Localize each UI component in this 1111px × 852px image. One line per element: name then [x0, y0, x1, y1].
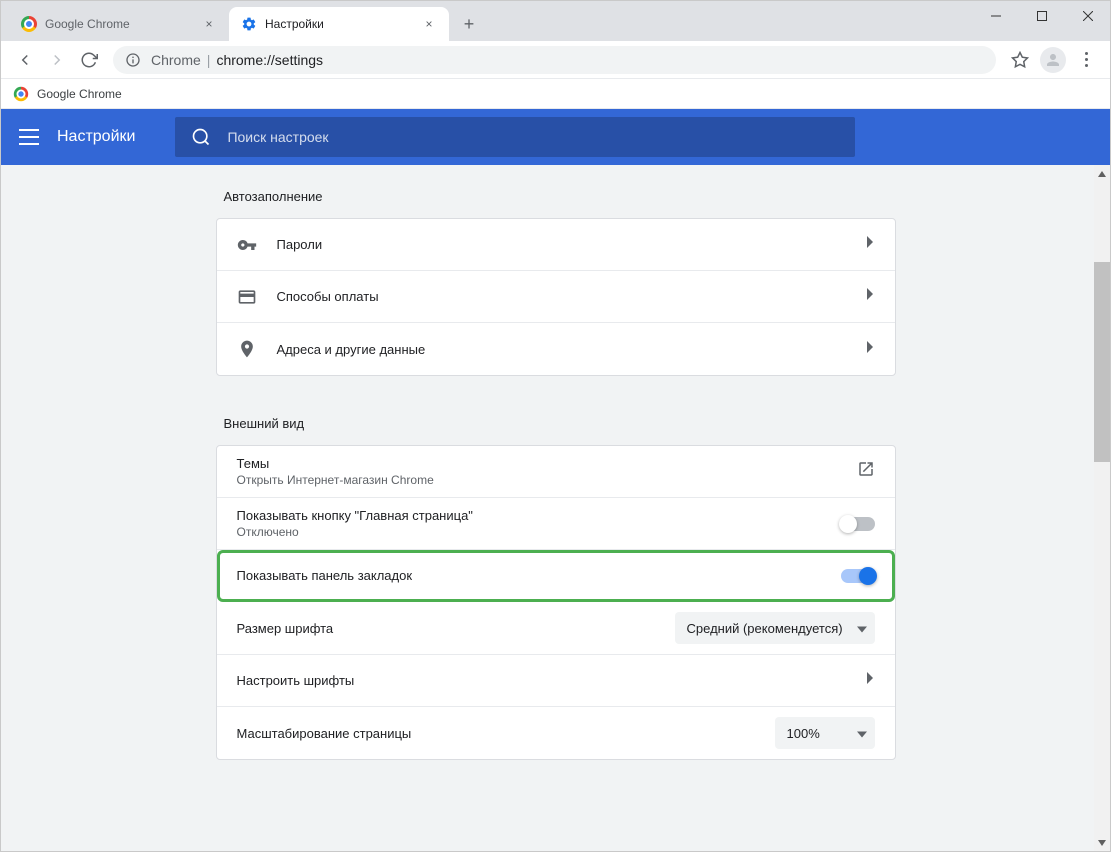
- tab-title: Настройки: [265, 17, 421, 31]
- row-label: Настроить шрифты: [237, 673, 865, 688]
- location-icon: [237, 339, 257, 359]
- tab-close-button[interactable]: ×: [201, 16, 217, 32]
- passwords-row[interactable]: Пароли: [217, 219, 895, 271]
- scroll-up-button[interactable]: [1094, 165, 1110, 182]
- scroll-track[interactable]: [1094, 182, 1110, 834]
- tab-strip: Google Chrome × Настройки × +: [1, 1, 1110, 41]
- back-button[interactable]: [9, 44, 41, 76]
- themes-row[interactable]: Темы Открыть Интернет-магазин Chrome: [217, 446, 895, 498]
- row-label: Темы: [237, 456, 857, 471]
- bookmark-label: Google Chrome: [37, 87, 122, 101]
- chevron-right-icon: [865, 671, 875, 690]
- row-label: Размер шрифта: [237, 621, 675, 636]
- settings-body: Автозаполнение Пароли Способы оплаты: [1, 165, 1110, 851]
- address-bar[interactable]: Chrome | chrome://settings: [113, 46, 996, 74]
- window-close-button[interactable]: [1065, 0, 1111, 32]
- autofill-card: Пароли Способы оплаты Адреса и другие да…: [216, 218, 896, 376]
- row-label: Пароли: [277, 237, 865, 252]
- addresses-row[interactable]: Адреса и другие данные: [217, 323, 895, 375]
- tab-google-chrome[interactable]: Google Chrome ×: [9, 7, 229, 41]
- row-label: Показывать кнопку "Главная страница": [237, 508, 841, 523]
- bookmarks-bar-toggle[interactable]: [841, 569, 875, 583]
- home-button-toggle[interactable]: [841, 517, 875, 531]
- row-label: Способы оплаты: [277, 289, 865, 304]
- chevron-down-icon: [857, 621, 867, 636]
- section-title-autofill: Автозаполнение: [224, 189, 896, 204]
- kebab-menu-button[interactable]: [1070, 44, 1102, 76]
- tab-settings[interactable]: Настройки ×: [229, 7, 449, 41]
- reload-button[interactable]: [73, 44, 105, 76]
- scrollbar[interactable]: [1094, 165, 1110, 851]
- window-minimize-button[interactable]: [973, 0, 1019, 32]
- scroll-down-button[interactable]: [1094, 834, 1110, 851]
- forward-button[interactable]: [41, 44, 73, 76]
- url-text: chrome://settings: [216, 52, 323, 68]
- hamburger-menu-button[interactable]: [1, 109, 57, 165]
- window-maximize-button[interactable]: [1019, 0, 1065, 32]
- row-label: Масштабирование страницы: [237, 726, 775, 741]
- key-icon: [237, 235, 257, 255]
- chevron-right-icon: [865, 287, 875, 306]
- home-button-row[interactable]: Показывать кнопку "Главная страница" Отк…: [217, 498, 895, 550]
- search-icon: [191, 127, 211, 147]
- section-title-appearance: Внешний вид: [224, 416, 896, 431]
- settings-favicon-icon: [241, 16, 257, 32]
- font-size-row: Размер шрифта Средний (рекомендуется): [217, 602, 895, 655]
- new-tab-button[interactable]: +: [455, 10, 483, 38]
- settings-search-container[interactable]: [175, 117, 855, 157]
- page-zoom-dropdown[interactable]: 100%: [775, 717, 875, 749]
- chrome-favicon-icon: [21, 16, 37, 32]
- tab-close-button[interactable]: ×: [421, 16, 437, 32]
- row-sublabel: Открыть Интернет-магазин Chrome: [237, 473, 857, 487]
- bookmark-google-chrome[interactable]: Google Chrome: [13, 86, 122, 102]
- row-label: Адреса и другие данные: [277, 342, 865, 357]
- bookmarks-bar-row[interactable]: Показывать панель закладок: [217, 550, 895, 602]
- browser-toolbar: Chrome | chrome://settings: [1, 41, 1110, 79]
- font-size-dropdown[interactable]: Средний (рекомендуется): [675, 612, 875, 644]
- tab-title: Google Chrome: [45, 17, 201, 31]
- bookmarks-bar: Google Chrome: [1, 79, 1110, 109]
- customize-fonts-row[interactable]: Настроить шрифты: [217, 655, 895, 707]
- settings-search-input[interactable]: [227, 129, 839, 145]
- chrome-info-icon: [125, 52, 141, 68]
- profile-avatar-button[interactable]: [1040, 47, 1066, 73]
- chevron-right-icon: [865, 235, 875, 254]
- row-label: Показывать панель закладок: [237, 568, 841, 583]
- settings-page-title: Настройки: [57, 128, 135, 146]
- chevron-right-icon: [865, 340, 875, 359]
- external-link-icon: [857, 460, 875, 483]
- chevron-down-icon: [857, 726, 867, 741]
- credit-card-icon: [237, 287, 257, 307]
- chrome-favicon-icon: [14, 86, 28, 100]
- dropdown-value: Средний (рекомендуется): [687, 621, 843, 636]
- row-sublabel: Отключено: [237, 525, 841, 539]
- bookmark-star-button[interactable]: [1004, 44, 1036, 76]
- settings-header: Настройки: [1, 109, 1110, 165]
- scroll-thumb[interactable]: [1094, 262, 1110, 462]
- appearance-card: Темы Открыть Интернет-магазин Chrome Пок…: [216, 445, 896, 760]
- url-scheme-label: Chrome: [151, 52, 201, 68]
- page-zoom-row: Масштабирование страницы 100%: [217, 707, 895, 759]
- payments-row[interactable]: Способы оплаты: [217, 271, 895, 323]
- dropdown-value: 100%: [787, 726, 820, 741]
